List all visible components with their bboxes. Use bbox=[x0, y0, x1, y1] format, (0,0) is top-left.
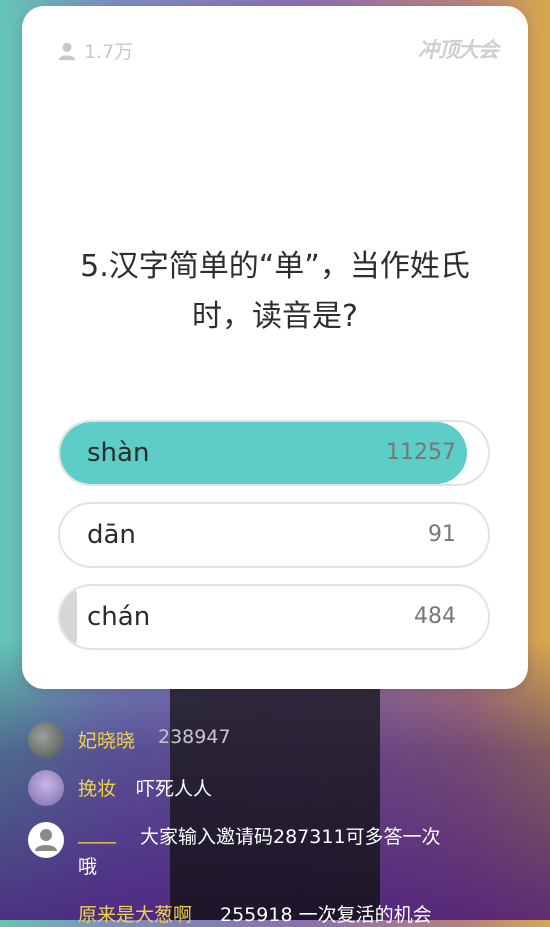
avatar bbox=[28, 822, 64, 858]
question-line-1: 5.汉字简单的“单”，当作姓氏 bbox=[80, 249, 470, 284]
viewer-count: 1.7万 bbox=[56, 37, 133, 64]
comment-message: 255918 一次复活的机会 bbox=[220, 904, 432, 926]
comment-username: ____ bbox=[78, 822, 116, 844]
question-card: 1.7万 冲顶大会 5.汉字简单的“单”，当作姓氏 时，读音是? shàn 11… bbox=[22, 6, 528, 689]
avatar bbox=[28, 770, 64, 806]
comment-username: 妃晓晓 bbox=[78, 730, 136, 752]
avatar bbox=[28, 722, 64, 758]
answer-option-2[interactable]: dān 91 bbox=[58, 502, 490, 568]
answer-option-3-count: 484 bbox=[414, 604, 456, 629]
answer-option-2-count: 91 bbox=[428, 522, 456, 547]
comment-message-line-2: 哦 bbox=[78, 856, 98, 878]
answer-option-2-label: dān bbox=[87, 520, 136, 550]
comment-username: 挽妆 bbox=[78, 778, 117, 800]
answer-option-3-label: chán bbox=[87, 602, 151, 632]
answer-option-3-fill bbox=[60, 586, 78, 648]
comment-message-line-1: 大家输入邀请码287311可多答一次 bbox=[140, 826, 441, 848]
comment-message: 238947 bbox=[158, 726, 231, 748]
default-avatar-icon bbox=[35, 829, 57, 851]
answer-option-3[interactable]: chán 484 bbox=[58, 584, 490, 650]
answer-option-1[interactable]: shàn 11257 bbox=[58, 420, 490, 486]
comment-username: 原来是大葱啊 bbox=[78, 904, 193, 926]
viewer-count-text: 1.7万 bbox=[84, 41, 134, 63]
answer-option-1-label: shàn bbox=[87, 438, 150, 468]
question-text: 5.汉字简单的“单”，当作姓氏 时，读音是? bbox=[52, 242, 498, 342]
answer-option-1-count: 11257 bbox=[386, 440, 456, 465]
question-line-2: 时，读音是? bbox=[192, 299, 358, 334]
brand-logo: 冲顶大会 bbox=[418, 38, 499, 62]
comment-message: 吓死人人 bbox=[136, 778, 213, 800]
user-icon bbox=[58, 42, 76, 60]
